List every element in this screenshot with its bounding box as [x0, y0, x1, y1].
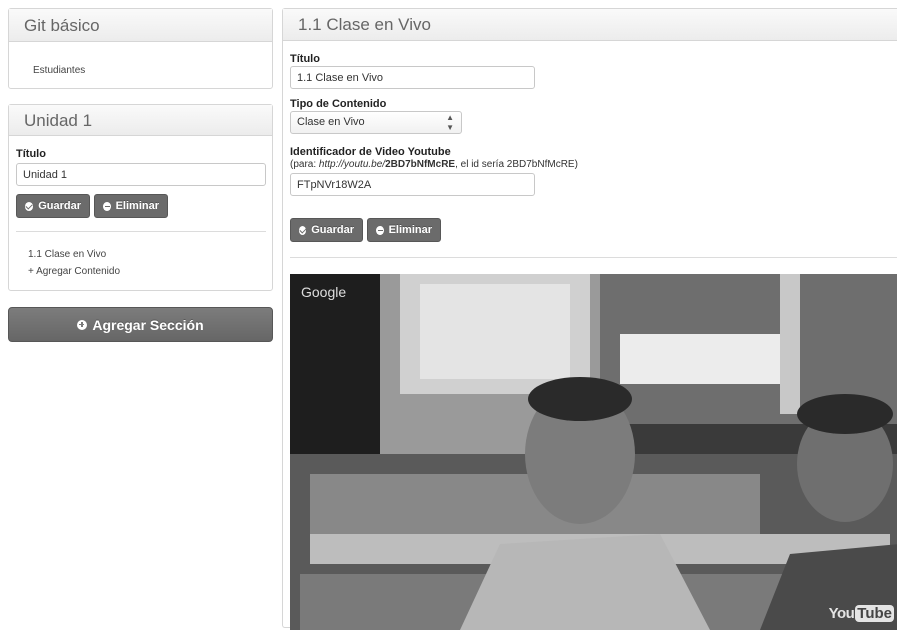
- content-type-select[interactable]: Clase en Vivo ▲ ▼: [290, 111, 462, 134]
- add-section-button[interactable]: Agregar Sección: [8, 307, 273, 342]
- unit-title-input[interactable]: [16, 163, 266, 186]
- video-id-input[interactable]: [290, 173, 535, 196]
- content-type-label: Tipo de Contenido: [290, 98, 387, 110]
- plus-circle-icon: [77, 319, 88, 330]
- unit-title-label: Título: [16, 148, 46, 160]
- hint-prefix: (para:: [290, 159, 319, 170]
- video-id-label: Identificador de Video Youtube: [290, 146, 451, 158]
- unit-title: Unidad 1: [9, 105, 272, 136]
- unit-divider: [16, 231, 266, 232]
- content-delete-label: Eliminar: [388, 224, 432, 236]
- content-panel: 1.1 Clase en Vivo Título Tipo de Conteni…: [282, 8, 897, 630]
- minus-circle-icon: [103, 201, 111, 211]
- hint-suffix: , el id sería 2BD7bNfMcRE): [455, 159, 578, 170]
- youtube-logo-you: You: [828, 605, 855, 622]
- add-section-label: Agregar Sección: [92, 316, 204, 333]
- check-icon: [299, 225, 307, 235]
- google-watermark: Google: [301, 284, 347, 300]
- content-title: 1.1 Clase en Vivo: [283, 9, 897, 41]
- content-save-button[interactable]: Guardar: [290, 218, 363, 242]
- content-title-label: Título: [290, 53, 320, 65]
- youtube-logo-icon[interactable]: You Tube: [829, 605, 894, 622]
- course-title: Git básico: [9, 9, 272, 42]
- hint-id: 2BD7bNfMcRE: [385, 159, 456, 170]
- select-arrows-icon: ▲ ▼: [446, 113, 454, 132]
- content-delete-button[interactable]: Eliminar: [367, 218, 441, 242]
- students-link[interactable]: Estudiantes: [33, 65, 85, 76]
- youtube-logo-tube: Tube: [855, 605, 894, 622]
- unit-delete-button[interactable]: Eliminar: [94, 194, 168, 218]
- content-title-input[interactable]: [290, 66, 535, 89]
- check-icon: [25, 201, 34, 211]
- unit-delete-label: Eliminar: [115, 200, 159, 212]
- content-save-label: Guardar: [311, 224, 354, 236]
- course-panel: Git básico Estudiantes: [8, 8, 273, 89]
- unit-save-label: Guardar: [38, 200, 81, 212]
- unit-panel: Unidad 1 Título Guardar Eliminar 1.1 Cla…: [8, 104, 273, 291]
- video-player[interactable]: Google You Tube: [290, 274, 897, 630]
- video-frame: [290, 274, 897, 630]
- content-item-1[interactable]: 1.1 Clase en Vivo: [28, 249, 106, 260]
- content-divider: [290, 257, 897, 258]
- minus-circle-icon: [376, 225, 384, 235]
- content-type-value: Clase en Vivo: [297, 116, 365, 128]
- unit-save-button[interactable]: Guardar: [16, 194, 90, 218]
- video-id-hint: (para: http://youtu.be/2BD7bNfMcRE, el i…: [290, 159, 578, 170]
- hint-url: http://youtu.be/: [318, 159, 386, 170]
- add-content-link[interactable]: + Agregar Contenido: [28, 266, 120, 277]
